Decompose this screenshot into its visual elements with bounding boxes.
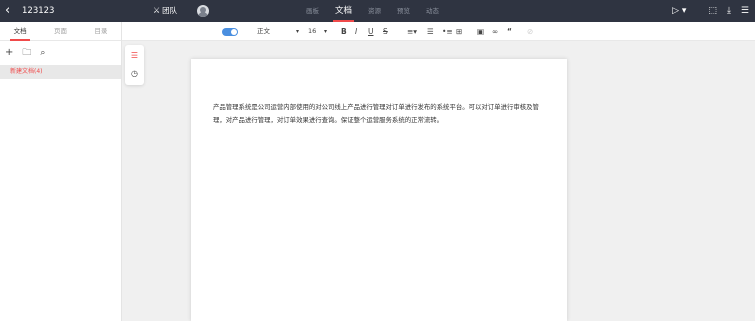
project-title: 123123 [22,6,55,16]
tab-activity[interactable]: 动态 [418,0,447,22]
add-icon[interactable]: + [5,47,13,59]
download-icon[interactable]: ⤓ [727,4,731,18]
tab-document[interactable]: 文档 [327,0,360,22]
document-list-item[interactable]: 新建文档(4) [0,65,121,79]
quote-icon[interactable]: “ [507,25,512,38]
main-nav: 画板 文档 资源 预览 动态 [298,0,447,22]
document-page[interactable]: 产品管理系统是公司运营内部使用的对公司线上产品进行管理对订单进行发布的系统平台。… [191,59,567,321]
tab-resources[interactable]: 资源 [360,0,389,22]
tab-outline[interactable]: 目录 [81,22,121,40]
tab-documents[interactable]: 文档 [0,22,40,41]
side-tools: ☰ ◷ [125,45,144,85]
top-right-actions: ▷ ▾ ⬚ ⤓ ☰ [672,4,749,18]
history-icon[interactable]: ◷ [125,68,144,80]
bullet-list-icon[interactable]: •≡ [442,25,453,38]
table-icon[interactable]: ⊞ [456,25,462,38]
document-body-text[interactable]: 产品管理系统是公司运营内部使用的对公司线上产品进行管理对订单进行发布的系统平台。… [213,101,543,126]
tab-board[interactable]: 画板 [298,0,327,22]
link-icon[interactable]: ∞ [492,25,498,38]
left-panel-tools: + 🗀 ⌕ [0,41,121,65]
top-bar: ‹ 123123 ⚔ 团队 画板 文档 资源 预览 动态 ▷ ▾ ⬚ ⤓ ☰ [0,0,755,22]
image-icon[interactable]: ▣ [477,25,484,38]
left-panel-tabs: 文档 页面 目录 [0,22,121,41]
clear-format-icon[interactable]: ⊘ [527,25,533,38]
ordered-list-icon[interactable]: ☰ [427,25,434,38]
folder-icon[interactable]: 🗀 [22,47,31,59]
italic-icon[interactable]: I [355,25,357,38]
chevron-left-icon[interactable]: ‹ [5,3,15,19]
chevron-down-icon[interactable]: ▾ [324,25,327,38]
bold-icon[interactable]: B [341,25,347,38]
search-icon[interactable]: ⌕ [40,47,45,59]
play-icon[interactable]: ▷ ▾ [672,4,686,18]
avatar[interactable] [197,5,209,17]
editor-toolbar: 正文 ▾ 16 ▾ B I U S ≡▾ ☰ •≡ ⊞ ▣ ∞ “ ⊘ [122,22,755,41]
toggle-switch[interactable] [222,28,238,36]
team-button[interactable]: ⚔ 团队 [153,4,177,18]
menu-icon[interactable]: ☰ [741,4,749,18]
tab-pages[interactable]: 页面 [40,22,80,40]
underline-icon[interactable]: U [368,25,374,38]
align-icon[interactable]: ≡▾ [407,25,417,38]
outline-icon[interactable]: ☰ [125,50,144,62]
team-icon: ⚔ [153,6,161,15]
chevron-down-icon[interactable]: ▾ [296,25,299,38]
tab-preview[interactable]: 预览 [389,0,418,22]
left-panel: 文档 页面 目录 + 🗀 ⌕ 新建文档(4) [0,22,122,321]
share-icon[interactable]: ⬚ [708,4,717,18]
paragraph-style-select[interactable]: 正文 [257,25,270,38]
strikethrough-icon[interactable]: S [383,25,388,38]
font-size-select[interactable]: 16 [308,25,316,38]
team-label: 团队 [162,6,178,15]
